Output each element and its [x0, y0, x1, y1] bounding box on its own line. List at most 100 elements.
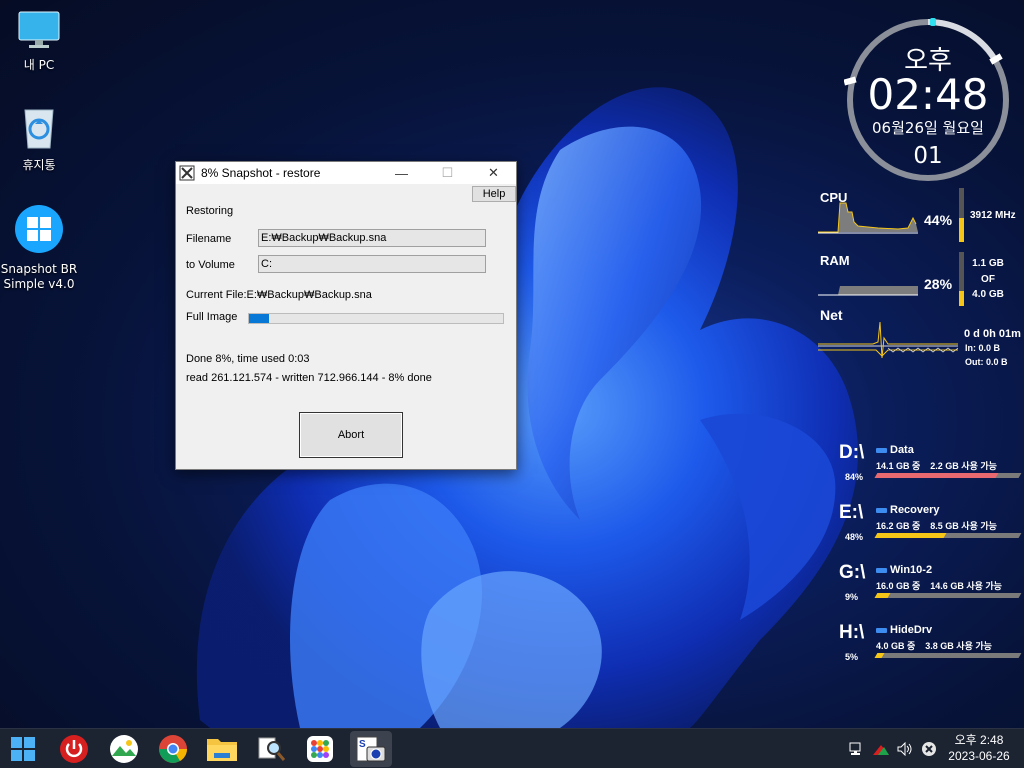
cpu-graph — [818, 202, 918, 234]
speaker-icon — [897, 742, 912, 756]
taskbar-snapshot[interactable]: S — [350, 731, 392, 767]
snapshot-icon: S — [356, 736, 386, 762]
drive-g: G:\ 9% Win10-2 16.0 GB 중 14.6 GB 사용 가능 — [836, 562, 1024, 618]
desktop-icon-label: 휴지통 — [22, 158, 56, 172]
network-icon — [849, 742, 861, 755]
ram-usage-fill — [959, 290, 964, 306]
drive-icon — [876, 448, 887, 453]
net-uptime: 0 d 0h 01m — [964, 328, 1021, 340]
drive-usage-bar — [874, 593, 1022, 598]
drive-name: Win10-2 — [890, 564, 933, 576]
drive-usage-bar — [874, 533, 1022, 538]
close-button[interactable]: ✕ — [471, 162, 516, 184]
monitor-icon — [18, 11, 60, 48]
ram-graph — [818, 286, 918, 296]
drive-info: 4.0 GB 중 3.8 GB 사용 가능 — [876, 641, 992, 651]
cpu-usage-bar — [959, 188, 964, 242]
taskbar: S 오후 2:48 2023-06-26 — [0, 728, 1024, 768]
app-grid-icon — [307, 736, 333, 762]
drive-name: Recovery — [890, 504, 940, 516]
tray-clock[interactable]: 오후 2:48 2023-06-26 — [940, 732, 1018, 764]
drive-d: D:\ 84% Data 14.1 GB 중 2.2 GB 사용 가능 — [836, 442, 1024, 498]
taskbar-power[interactable] — [56, 731, 92, 767]
drive-name: HideDrv — [890, 624, 933, 636]
ram-of: OF — [981, 274, 995, 285]
drive-name: Data — [890, 444, 914, 456]
ram-label: RAM — [820, 253, 850, 268]
restore-progress-bar — [248, 313, 504, 324]
cpu-frequency: 3912 MHz — [970, 210, 1016, 221]
abort-button[interactable]: Abort — [299, 412, 403, 458]
taskbar-file-explorer[interactable] — [204, 731, 240, 767]
desktop-icon-snapshot-br[interactable]: Snapshot BR Simple v4.0 — [0, 204, 78, 292]
drive-letter: G:\ — [839, 562, 866, 583]
done-status-text: Done 8%, time used 0:03 — [186, 353, 310, 365]
tray-date: 2023-06-26 — [948, 749, 1010, 763]
drive-icon — [876, 508, 887, 513]
cpu-percent: 44% — [924, 212, 953, 228]
drive-info: 14.1 GB 중 2.2 GB 사용 가능 — [876, 461, 997, 471]
desktop-icon-my-pc[interactable]: 내 PC — [0, 10, 78, 73]
help-button[interactable]: Help — [472, 186, 516, 202]
search-tool-icon — [258, 737, 286, 761]
drive-h: H:\ 5% HideDrv 4.0 GB 중 3.8 GB 사용 가능 — [836, 622, 1024, 678]
taskbar-search-tool[interactable] — [253, 731, 289, 767]
power-icon — [60, 735, 88, 763]
drive-letter: D:\ — [839, 442, 865, 463]
drive-e: E:\ 48% Recovery 16.2 GB 중 8.5 GB 사용 가능 — [836, 502, 1024, 558]
taskbar-chrome[interactable] — [155, 731, 191, 767]
clock-time: 02:48 — [867, 70, 989, 119]
volume-field[interactable]: C: — [258, 255, 486, 273]
ram-usage-bar — [959, 252, 964, 306]
tray-close-status[interactable] — [918, 729, 940, 768]
drive-letter: E:\ — [839, 502, 864, 523]
file-explorer-icon — [207, 739, 237, 761]
net-out: Out: 0.0 B — [965, 357, 1008, 367]
start-button[interactable] — [5, 731, 41, 767]
windows-logo-icon — [15, 205, 63, 253]
filename-field[interactable]: E:₩Backup₩Backup.sna — [258, 229, 486, 247]
drive-icon — [876, 568, 887, 573]
desktop-icon-label: Snapshot BR — [0, 262, 78, 276]
clock-date: 06월26일 월요일 — [872, 119, 984, 137]
minimize-button[interactable]: — — [379, 162, 424, 184]
svg-text:S: S — [359, 739, 366, 750]
dialog-titlebar[interactable]: 8% Snapshot - restore — ☐ ✕ — [176, 162, 516, 184]
ram-total: 4.0 GB — [972, 289, 1004, 300]
drive-percent: 84% — [845, 472, 864, 482]
desktop-icon-label-line2: Simple v4.0 — [3, 277, 75, 291]
drive-info: 16.0 GB 중 14.6 GB 사용 가능 — [876, 581, 1002, 591]
drive-usage-fill — [874, 473, 999, 478]
volume-label: to Volume — [186, 259, 235, 271]
maximize-button[interactable]: ☐ — [425, 162, 470, 184]
photos-icon — [110, 735, 138, 763]
tray-app-indicator[interactable] — [870, 729, 892, 768]
ram-percent: 28% — [924, 276, 953, 292]
drive-usage-bar — [874, 653, 1022, 658]
start-icon — [11, 737, 35, 761]
progress-fill — [249, 314, 270, 323]
drive-usage-bar — [874, 473, 1022, 478]
dialog-title: 8% Snapshot - restore — [201, 166, 321, 180]
taskbar-app-grid[interactable] — [302, 731, 338, 767]
tray-time: 오후 2:48 — [954, 733, 1004, 747]
drive-usage-fill — [874, 653, 885, 658]
current-file-text: Current File:E:₩Backup₩Backup.sna — [186, 289, 372, 301]
cpu-usage-fill — [959, 218, 964, 242]
drive-percent: 48% — [845, 532, 864, 542]
snapshot-app-icon — [179, 165, 195, 181]
taskbar-photos[interactable] — [106, 731, 142, 767]
snapshot-restore-dialog: 8% Snapshot - restore — ☐ ✕ Help Restori… — [175, 161, 517, 470]
tray-network[interactable] — [846, 729, 868, 768]
desktop-icon-recycle-bin[interactable]: 휴지통 — [0, 106, 78, 173]
tray-volume[interactable] — [894, 729, 916, 768]
clock-seconds: 01 — [913, 143, 943, 169]
drive-usage-fill — [874, 533, 947, 538]
clock-gadget: 오후 02:48 06월26일 월요일 01 — [843, 16, 1012, 184]
drive-letter: H:\ — [839, 622, 865, 643]
drive-percent: 5% — [845, 652, 859, 662]
full-image-label: Full Image — [186, 311, 238, 323]
recycle-bin-icon — [24, 109, 54, 149]
read-written-text: read 261.121.574 - written 712.966.144 -… — [186, 372, 432, 384]
ram-used: 1.1 GB — [972, 258, 1004, 269]
